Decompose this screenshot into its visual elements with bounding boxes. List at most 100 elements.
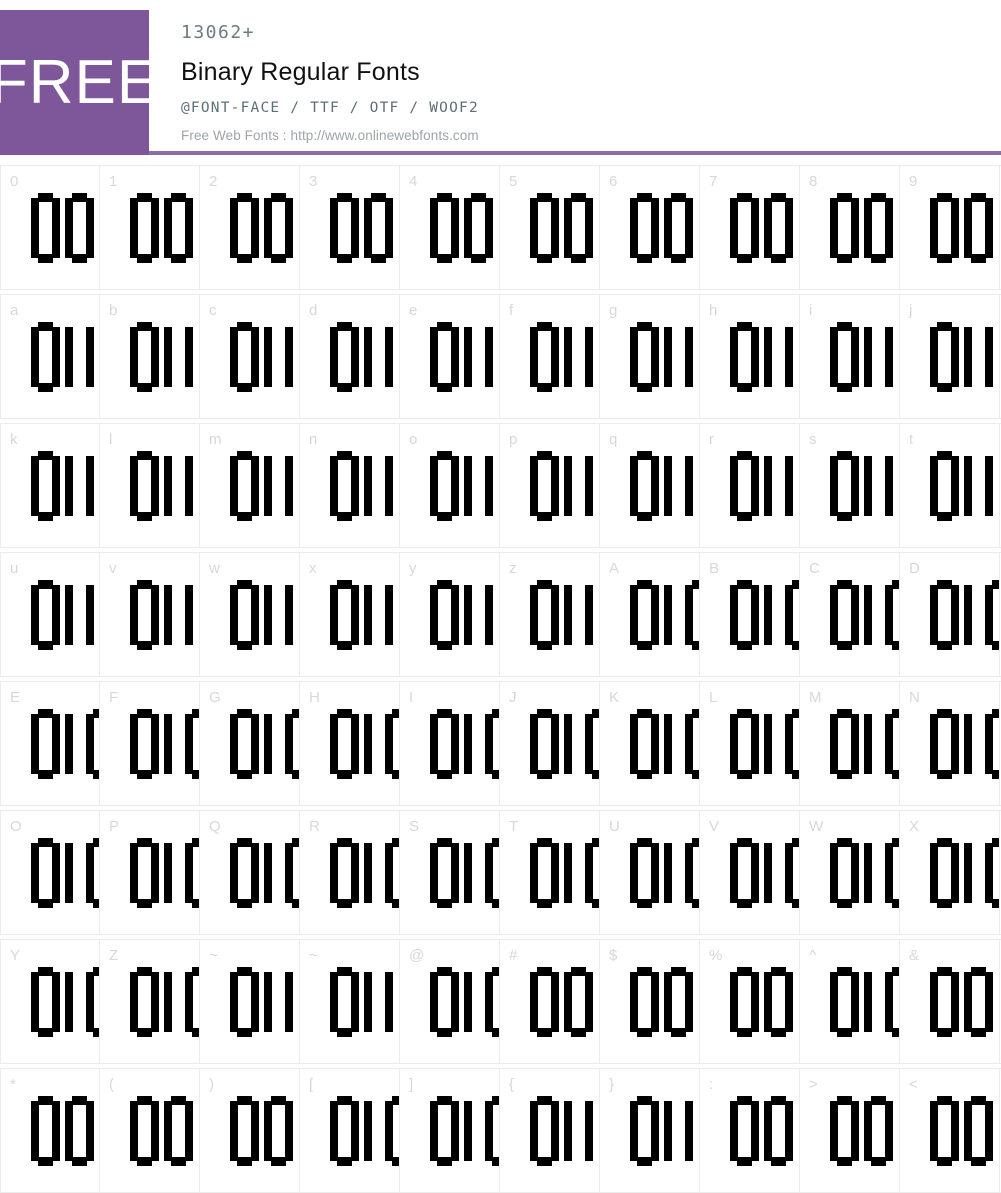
glyph-cell[interactable]: ( [100, 1069, 200, 1192]
glyph-cell[interactable]: { [500, 1069, 600, 1192]
glyph-cell[interactable]: 4 [400, 166, 500, 289]
glyph-cell[interactable]: 2 [200, 166, 300, 289]
binary-one-bar [564, 585, 572, 645]
glyph-cell[interactable]: W [800, 811, 900, 934]
glyph-cell[interactable]: c [200, 295, 300, 418]
glyph-char-label: 0 [10, 173, 19, 190]
glyph-cell[interactable]: g [600, 295, 700, 418]
glyph-cell[interactable]: Z [100, 940, 200, 1063]
glyph-cell[interactable]: % [700, 940, 800, 1063]
glyph-cell[interactable]: t [900, 424, 1000, 547]
glyph-row: O P Q R S T U V W X [0, 810, 1001, 935]
glyph-cell[interactable]: N [900, 682, 1000, 805]
glyph-cell[interactable]: z [500, 553, 600, 676]
glyph-cell[interactable]: q [600, 424, 700, 547]
binary-one-bar [364, 327, 372, 387]
glyph-cell[interactable]: L [700, 682, 800, 805]
source-link[interactable]: Free Web Fonts : http://www.onlinewebfon… [181, 128, 1001, 144]
glyph-cell[interactable]: r [700, 424, 800, 547]
glyph-cell[interactable]: 0 [0, 166, 100, 289]
glyph-cell[interactable]: S [400, 811, 500, 934]
binary-zero-box [730, 322, 759, 392]
glyph-cell[interactable]: ~ [300, 940, 400, 1063]
glyph-cell[interactable]: @ [400, 940, 500, 1063]
glyph-cell[interactable]: F [100, 682, 200, 805]
glyph-cell[interactable]: 6 [600, 166, 700, 289]
glyph-cell[interactable]: x [300, 553, 400, 676]
glyph-cell[interactable]: Q [200, 811, 300, 934]
glyph-cell[interactable]: ^ [800, 940, 900, 1063]
glyph-cell[interactable]: < [900, 1069, 1000, 1192]
glyph-cell[interactable]: H [300, 682, 400, 805]
glyph-cell[interactable]: v [100, 553, 200, 676]
glyph-char-label: X [909, 818, 920, 835]
glyph-cell[interactable]: y [400, 553, 500, 676]
glyph-cell[interactable]: O [0, 811, 100, 934]
glyph-cell[interactable]: V [700, 811, 800, 934]
glyph-render [330, 838, 399, 908]
binary-one-bar [864, 843, 872, 903]
binary-zero-box [430, 967, 459, 1037]
glyph-cell[interactable]: R [300, 811, 400, 934]
glyph-cell[interactable]: X [900, 811, 1000, 934]
glyph-cell[interactable]: T [500, 811, 600, 934]
glyph-render [730, 838, 799, 908]
binary-zero-box [31, 967, 60, 1037]
glyph-cell[interactable]: > [800, 1069, 900, 1192]
glyph-cell[interactable]: U [600, 811, 700, 934]
glyph-cell[interactable]: h [700, 295, 800, 418]
glyph-cell[interactable]: s [800, 424, 900, 547]
glyph-cell[interactable]: : [700, 1069, 800, 1192]
glyph-cell[interactable]: [ [300, 1069, 400, 1192]
glyph-cell[interactable]: e [400, 295, 500, 418]
glyph-cell[interactable]: } [600, 1069, 700, 1192]
glyph-cell[interactable]: i [800, 295, 900, 418]
glyph-cell[interactable]: u [0, 553, 100, 676]
glyph-cell[interactable]: 7 [700, 166, 800, 289]
glyph-cell[interactable]: a [0, 295, 100, 418]
glyph-cell[interactable]: J [500, 682, 600, 805]
glyph-cell[interactable]: d [300, 295, 400, 418]
glyph-cell[interactable]: M [800, 682, 900, 805]
glyph-cell[interactable]: o [400, 424, 500, 547]
glyph-cell[interactable]: ] [400, 1069, 500, 1192]
binary-one-bar [664, 585, 672, 645]
glyph-cell[interactable]: $ [600, 940, 700, 1063]
glyph-cell[interactable]: I [400, 682, 500, 805]
binary-zero-box [785, 838, 799, 908]
glyph-cell[interactable]: m [200, 424, 300, 547]
glyph-cell[interactable]: 9 [900, 166, 1000, 289]
binary-zero-box [730, 193, 759, 263]
glyph-cell[interactable]: Y [0, 940, 100, 1063]
glyph-cell[interactable]: k [0, 424, 100, 547]
glyph-cell[interactable]: 3 [300, 166, 400, 289]
glyph-cell[interactable]: n [300, 424, 400, 547]
glyph-cell[interactable]: ) [200, 1069, 300, 1192]
glyph-cell[interactable]: P [100, 811, 200, 934]
glyph-cell[interactable]: w [200, 553, 300, 676]
glyph-render [530, 580, 599, 650]
glyph-cell[interactable]: B [700, 553, 800, 676]
glyph-cell[interactable]: 5 [500, 166, 600, 289]
glyph-cell[interactable]: p [500, 424, 600, 547]
glyph-cell[interactable]: K [600, 682, 700, 805]
glyph-cell[interactable]: C [800, 553, 900, 676]
glyph-cell[interactable]: G [200, 682, 300, 805]
glyph-cell[interactable]: & [900, 940, 1000, 1063]
glyph-cell[interactable]: D [900, 553, 1000, 676]
glyph-cell[interactable]: 8 [800, 166, 900, 289]
glyph-cell[interactable]: * [0, 1069, 100, 1192]
glyph-cell[interactable]: A [600, 553, 700, 676]
glyph-cell[interactable]: b [100, 295, 200, 418]
glyph-cell[interactable]: j [900, 295, 1000, 418]
binary-zero-box [964, 193, 993, 263]
glyph-cell[interactable]: ~ [200, 940, 300, 1063]
glyph-cell[interactable]: # [500, 940, 600, 1063]
glyph-cell[interactable]: l [100, 424, 200, 547]
binary-one-bar [885, 456, 893, 516]
binary-one-bar [65, 456, 73, 516]
binary-zero-box [630, 580, 659, 650]
glyph-cell[interactable]: 1 [100, 166, 200, 289]
glyph-cell[interactable]: E [0, 682, 100, 805]
glyph-cell[interactable]: f [500, 295, 600, 418]
